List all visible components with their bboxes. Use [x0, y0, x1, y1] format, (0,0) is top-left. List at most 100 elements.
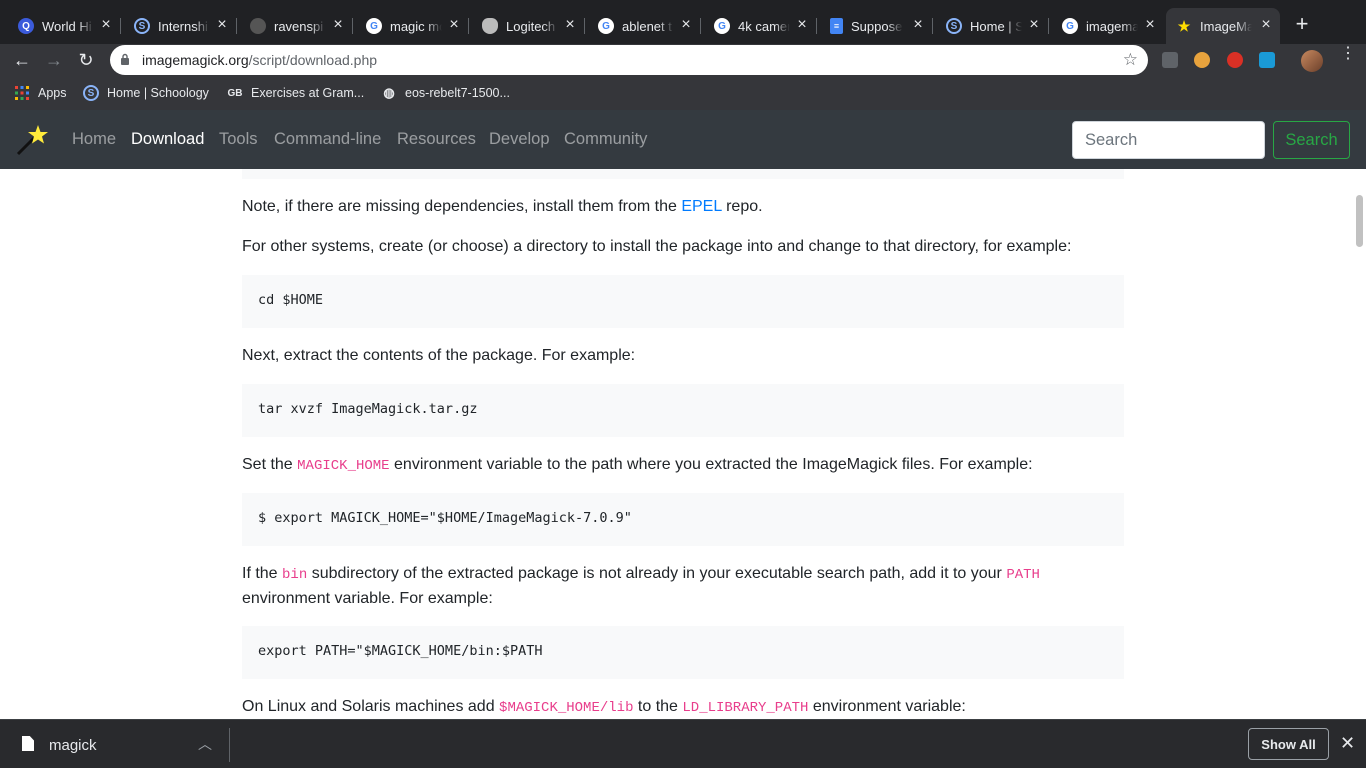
github-icon	[250, 18, 266, 34]
tab-4k-camera[interactable]: G 4k camer ×	[704, 8, 817, 44]
code-block-export-magick-home: $ export MAGICK_HOME="$HOME/ImageMagick-…	[242, 493, 1124, 546]
tab-title: World Hi	[42, 18, 92, 34]
new-tab-button[interactable]: +	[1292, 13, 1312, 35]
nav-tools[interactable]: Tools	[219, 130, 258, 149]
schoology-icon: S	[83, 85, 99, 101]
adblock-extension-icon[interactable]	[1227, 52, 1243, 68]
tab-title: imagema	[1086, 18, 1138, 34]
bookmark-apps[interactable]: Apps	[14, 85, 67, 101]
globe-icon: ◍	[383, 85, 395, 100]
close-icon[interactable]: ×	[98, 17, 114, 33]
inline-code: PATH	[1006, 567, 1040, 583]
tab-title: ImageMa	[1200, 18, 1252, 34]
nav-resources[interactable]: Resources	[397, 130, 476, 149]
bookmark-label: Apps	[38, 86, 67, 100]
paragraph-extract: Next, extract the contents of the packag…	[242, 347, 636, 364]
gb-icon: GB	[227, 87, 243, 99]
inline-code: bin	[282, 567, 308, 583]
nav-command-line[interactable]: Command-line	[274, 130, 381, 149]
code-block-cd-home: cd $HOME	[242, 275, 1124, 328]
close-icon[interactable]: ×	[794, 17, 810, 33]
download-filename: magick	[49, 737, 97, 754]
chevron-up-icon[interactable]: ︿	[198, 734, 212, 754]
tab-ravenspi[interactable]: ravenspi ×	[240, 8, 353, 44]
apps-grid-icon	[15, 86, 29, 100]
nav-develop[interactable]: Develop	[489, 130, 550, 149]
inline-code: LD_LIBRARY_PATH	[682, 700, 809, 716]
imagemagick-logo-icon[interactable]	[14, 122, 50, 158]
tab-internship[interactable]: S Internshi ×	[124, 8, 237, 44]
paragraph-epel-note: Note, if there are missing dependencies,…	[242, 198, 763, 215]
site-search-input[interactable]	[1072, 121, 1265, 159]
bookmark-label: Home | Schoology	[107, 86, 209, 100]
download-item[interactable]: magick ︿	[0, 720, 230, 768]
tab-ablenet[interactable]: G ablenet t ×	[588, 8, 701, 44]
google-icon: G	[1062, 18, 1078, 34]
close-icon[interactable]: ×	[1258, 17, 1274, 33]
docs-icon: ≡	[830, 18, 843, 34]
tab-home-schoology[interactable]: S Home | S ×	[936, 8, 1049, 44]
google-icon: G	[598, 18, 614, 34]
epel-link[interactable]: EPEL	[681, 198, 721, 215]
tab-imagemagick-search[interactable]: G imagema ×	[1052, 8, 1164, 44]
bookmarks-bar: Apps S Home | Schoology GB Exercises at …	[0, 76, 1366, 110]
tab-world-history[interactable]: Q World Hi ×	[8, 8, 121, 44]
tab-title: 4k camer	[738, 18, 790, 34]
tab-imagemagick-active[interactable]: ★ ImageMa ×	[1166, 8, 1280, 44]
code-block	[242, 169, 1124, 179]
google-icon: G	[714, 18, 730, 34]
url-domain: imagemagick.org	[142, 52, 249, 68]
close-icon[interactable]: ✕	[1340, 733, 1355, 754]
tab-title: magic mo	[390, 18, 442, 34]
menu-icon[interactable]: ⋮	[1340, 46, 1356, 69]
owl-extension-icon[interactable]	[1194, 52, 1210, 68]
back-button[interactable]: ←	[10, 48, 34, 72]
paragraph-ld-library-path: On Linux and Solaris machines add $MAGIC…	[242, 698, 966, 716]
tab-magic-mo[interactable]: G magic mo ×	[356, 8, 469, 44]
close-icon[interactable]: ×	[562, 17, 578, 33]
nav-home[interactable]: Home	[72, 130, 116, 149]
paragraph-bin-path: If the bin subdirectory of the extracted…	[242, 565, 1040, 607]
schoology-icon: S	[134, 18, 150, 34]
tab-title: Logitech	[506, 18, 556, 34]
forward-button[interactable]: →	[42, 48, 66, 72]
extension-icon[interactable]	[1259, 52, 1275, 68]
tab-logitech[interactable]: Logitech ×	[472, 8, 585, 44]
code-block-export-path: export PATH="$MAGICK_HOME/bin:$PATH	[242, 626, 1124, 679]
address-bar[interactable]: imagemagick.org/script/download.php ☆	[110, 45, 1148, 75]
reload-button[interactable]: ↻	[74, 48, 98, 72]
browser-toolbar: ← → ↻ imagemagick.org/script/download.ph…	[0, 44, 1366, 76]
close-icon[interactable]: ×	[446, 17, 462, 33]
main-content: Note, if there are missing dependencies,…	[0, 169, 1366, 719]
close-icon[interactable]: ×	[330, 17, 346, 33]
bookmark-eos-rebel[interactable]: ◍ eos-rebelt7-1500...	[381, 85, 510, 101]
bookmark-star-icon[interactable]: ☆	[1123, 50, 1138, 70]
code-block-tar: tar xvzf ImageMagick.tar.gz	[242, 384, 1124, 437]
close-icon[interactable]: ×	[1142, 17, 1158, 33]
site-search-button[interactable]: Search	[1273, 121, 1350, 159]
close-icon[interactable]: ×	[1026, 17, 1042, 33]
url-path: /script/download.php	[248, 52, 378, 68]
profile-avatar[interactable]	[1301, 50, 1323, 72]
nav-community[interactable]: Community	[564, 130, 647, 149]
site-navbar: Home Download Tools Command-line Resourc…	[0, 110, 1366, 169]
lock-icon	[121, 53, 129, 65]
divider	[229, 728, 230, 762]
nav-download[interactable]: Download	[131, 130, 204, 149]
crx-extension-icon[interactable]	[1162, 52, 1178, 68]
close-icon[interactable]: ×	[678, 17, 694, 33]
bookmark-home-schoology[interactable]: S Home | Schoology	[83, 85, 209, 101]
apple-icon	[482, 18, 498, 34]
bookmark-exercises[interactable]: GB Exercises at Gram...	[227, 85, 365, 101]
inline-code: $MAGICK_HOME/lib	[499, 700, 634, 716]
page-scrollbar[interactable]	[1352, 169, 1366, 719]
tab-suppose[interactable]: ≡ Suppose ×	[820, 8, 933, 44]
scrollbar-thumb[interactable]	[1356, 195, 1363, 247]
close-icon[interactable]: ×	[910, 17, 926, 33]
close-icon[interactable]: ×	[214, 17, 230, 33]
tab-title: Internshi	[158, 18, 208, 34]
browser-tab-strip: Q World Hi × S Internshi × ravenspi × G …	[0, 0, 1366, 44]
show-all-button[interactable]: Show All	[1248, 728, 1329, 760]
paragraph-other-systems: For other systems, create (or choose) a …	[242, 238, 1072, 255]
inline-code: MAGICK_HOME	[297, 458, 390, 474]
